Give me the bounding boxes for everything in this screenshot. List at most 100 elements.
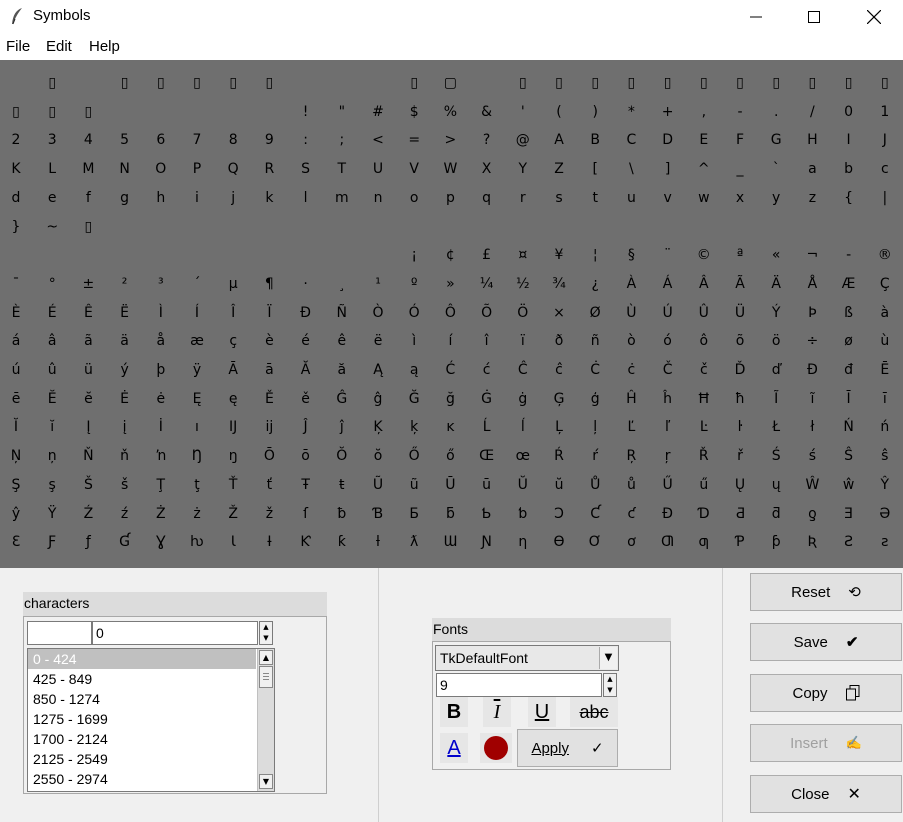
symbol-cell[interactable]: Ĳ <box>215 413 251 441</box>
symbol-cell[interactable]: e <box>34 184 70 212</box>
symbol-cell[interactable]: Ę <box>179 385 215 413</box>
symbol-cell[interactable] <box>215 241 251 269</box>
symbol-cell[interactable]: Õ <box>469 299 505 327</box>
strikethrough-button[interactable]: abc <box>570 697 618 727</box>
symbol-cell[interactable]: į <box>107 413 143 441</box>
symbol-cell[interactable]: Á <box>650 270 686 298</box>
bold-button[interactable]: B <box>440 697 468 727</box>
symbol-cell[interactable]: ô <box>686 327 722 355</box>
symbol-cell[interactable] <box>686 213 722 241</box>
text-color-button[interactable]: A <box>440 733 468 763</box>
symbol-cell[interactable] <box>0 241 34 269</box>
symbol-cell[interactable]: É <box>34 299 70 327</box>
list-item[interactable]: 1275 - 1699 <box>28 709 256 729</box>
minimize-button[interactable] <box>727 0 785 33</box>
spinner-down-icon[interactable]: ▼ <box>260 633 272 644</box>
symbol-cell[interactable]: k <box>251 184 287 212</box>
symbol-cell[interactable]: = <box>396 126 432 154</box>
symbol-cell[interactable]: Ŧ <box>288 471 324 499</box>
symbol-cell[interactable]: " <box>324 98 360 126</box>
symbol-cell[interactable]: K <box>0 155 34 183</box>
symbol-cell[interactable]: é <box>288 327 324 355</box>
symbol-cell[interactable]: / <box>794 98 830 126</box>
symbol-cell[interactable]: - <box>722 98 758 126</box>
symbol-cell[interactable]: ▯ <box>867 69 903 97</box>
symbol-cell[interactable]: Ɯ <box>432 528 468 556</box>
symbol-cell[interactable]: ï <box>505 327 541 355</box>
menu-edit[interactable]: Edit <box>46 38 72 55</box>
symbol-cell[interactable] <box>107 213 143 241</box>
symbol-cell[interactable]: ř <box>722 442 758 470</box>
symbol-cell[interactable]: ĕ <box>70 385 106 413</box>
spinner-up-icon[interactable]: ▲ <box>604 674 616 685</box>
apply-button[interactable]: Apply ✓ <box>517 729 618 767</box>
symbol-cell[interactable]: × <box>541 299 577 327</box>
symbol-cell[interactable]: æ <box>179 327 215 355</box>
symbol-cell[interactable]: w <box>686 184 722 212</box>
symbol-cell[interactable]: ĉ <box>541 356 577 384</box>
symbol-cell[interactable]: ¿ <box>577 270 613 298</box>
symbol-cell[interactable]: . <box>758 98 794 126</box>
symbol-cell[interactable]: ĩ <box>794 385 830 413</box>
symbol-cell[interactable]: Ĺ <box>469 413 505 441</box>
symbol-cell[interactable] <box>613 213 649 241</box>
symbol-cell[interactable]: Ĉ <box>505 356 541 384</box>
symbol-cell[interactable]: ² <box>107 270 143 298</box>
symbol-cell[interactable]: Ë <box>107 299 143 327</box>
list-item[interactable]: 1700 - 2124 <box>28 729 256 749</box>
symbol-cell[interactable]: Ÿ <box>34 500 70 528</box>
symbol-cell[interactable]: ' <box>505 98 541 126</box>
symbol-cell[interactable]: ŷ <box>0 500 34 528</box>
symbol-cell[interactable]: ! <box>288 98 324 126</box>
symbol-cell[interactable]: 6 <box>143 126 179 154</box>
symbol-cell[interactable]: # <box>360 98 396 126</box>
symbol-cell[interactable]: ƨ <box>867 528 903 556</box>
symbol-cell[interactable]: ŀ <box>722 413 758 441</box>
symbol-cell[interactable] <box>324 213 360 241</box>
symbol-cell[interactable]: § <box>613 241 649 269</box>
symbol-cell[interactable]: Č <box>650 356 686 384</box>
symbol-cell[interactable]: Y <box>505 155 541 183</box>
symbol-cell[interactable]: ƅ <box>505 500 541 528</box>
symbol-cell[interactable]: ƒ <box>70 528 106 556</box>
symbol-cell[interactable] <box>0 69 34 97</box>
symbol-cell[interactable]: ¦ <box>577 241 613 269</box>
symbol-cell[interactable]: š <box>107 471 143 499</box>
symbol-cell[interactable]: ▯ <box>0 98 34 126</box>
symbol-cell[interactable]: ³ <box>143 270 179 298</box>
symbol-cell[interactable]: ď <box>758 356 794 384</box>
symbol-cell[interactable]: Ğ <box>396 385 432 413</box>
symbol-cell[interactable]: Q <box>215 155 251 183</box>
font-family-select[interactable]: TkDefaultFont ▼ <box>435 645 619 671</box>
font-size-spinner[interactable]: ▲ ▼ <box>603 673 617 697</box>
symbol-cell[interactable]: Ń <box>831 413 867 441</box>
symbol-cell[interactable]: ń <box>867 413 903 441</box>
symbol-cell[interactable]: ë <box>360 327 396 355</box>
symbol-cell[interactable]: Ɠ <box>107 528 143 556</box>
symbol-cell[interactable]: ö <box>758 327 794 355</box>
symbol-cell[interactable]: ũ <box>396 471 432 499</box>
symbol-cell[interactable]: Ŀ <box>686 413 722 441</box>
symbol-cell[interactable]: x <box>722 184 758 212</box>
symbol-cell[interactable]: Œ <box>469 442 505 470</box>
symbol-cell[interactable]: n <box>360 184 396 212</box>
symbol-cell[interactable] <box>179 241 215 269</box>
symbol-cell[interactable]: L <box>34 155 70 183</box>
symbol-cell[interactable]: Ě <box>251 385 287 413</box>
symbol-cell[interactable]: Ĩ <box>758 385 794 413</box>
symbol-cell[interactable]: 2 <box>0 126 34 154</box>
symbol-cell[interactable]: P <box>179 155 215 183</box>
symbol-cell[interactable]: ß <box>831 299 867 327</box>
symbol-cell[interactable]: à <box>867 299 903 327</box>
symbol-cell[interactable]: ▯ <box>686 69 722 97</box>
symbol-cell[interactable] <box>288 213 324 241</box>
symbol-cell[interactable]: 1 <box>867 98 903 126</box>
symbol-cell[interactable]: J <box>867 126 903 154</box>
symbol-cell[interactable] <box>360 69 396 97</box>
symbol-cell[interactable]: Ƙ <box>288 528 324 556</box>
symbol-cell[interactable]: ę <box>215 385 251 413</box>
range-list-scrollbar[interactable]: ▲ ▼ <box>257 649 274 791</box>
symbol-cell[interactable]: ▢ <box>432 69 468 97</box>
symbol-cell[interactable]: 8 <box>215 126 251 154</box>
symbol-cell[interactable]: Ģ <box>541 385 577 413</box>
